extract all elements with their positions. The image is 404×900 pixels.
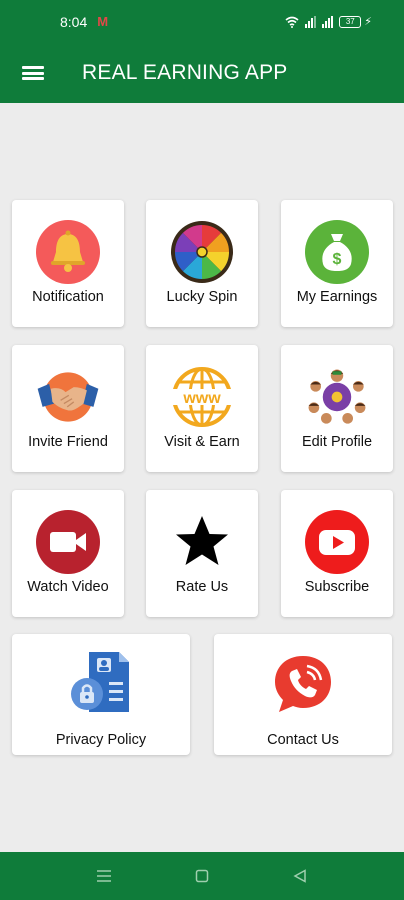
tile-my-earnings[interactable]: $ My Earnings [281,200,393,327]
home-square-icon[interactable] [193,867,211,885]
tile-lucky-spin[interactable]: Lucky Spin [146,200,258,327]
www-text: www [182,390,221,407]
tile-label: Privacy Policy [55,732,147,748]
wifi-icon [285,16,299,28]
menu-icon[interactable] [95,867,113,885]
tile-label: Invite Friend [28,434,108,450]
bell-icon [36,220,100,284]
spin-wheel-icon [170,220,234,284]
phone-call-icon [267,648,339,720]
money-bag-icon: $ [305,220,369,284]
dollar-sign: $ [333,251,342,268]
status-bar: 8:04 M 37 ⚡ [0,0,404,43]
status-time: 8:04 [60,13,88,30]
app-bar: REAL EARNING APP [0,43,404,103]
mail-icon: M [97,14,109,29]
signal-icon [305,15,317,28]
video-camera-icon [36,510,100,574]
tile-watch-video[interactable]: Watch Video [12,490,124,617]
tile-label: Watch Video [27,579,109,595]
handshake-icon [36,365,100,429]
tile-edit-profile[interactable]: Edit Profile [281,345,393,472]
privacy-document-icon [65,648,137,720]
tile-visit-earn[interactable]: www Visit & Earn [146,345,258,472]
youtube-icon [305,510,369,574]
tile-label: My Earnings [296,289,378,305]
tile-rate-us[interactable]: Rate Us [146,490,258,617]
star-icon [170,510,234,574]
tile-label: Subscribe [304,579,370,595]
tile-label: Rate Us [175,579,229,595]
charging-icon: ⚡ [364,16,372,28]
www-globe-icon: www [170,365,234,429]
back-triangle-icon[interactable] [291,867,309,885]
signal-icon-2 [322,15,334,28]
tile-notification[interactable]: Notification [12,200,124,327]
people-network-icon [305,365,369,429]
app-title: REAL EARNING APP [82,61,288,84]
tile-invite-friend[interactable]: Invite Friend [12,345,124,472]
hamburger-icon[interactable] [22,64,44,82]
status-icons: 37 ⚡ [285,15,372,28]
system-nav-bar [0,852,404,900]
tile-label: Edit Profile [301,434,373,450]
tile-label: Contact Us [267,732,339,748]
tile-privacy-policy[interactable]: Privacy Policy [12,634,190,755]
tile-label: Notification [32,289,104,305]
battery-icon: 37 [339,15,362,28]
tile-contact-us[interactable]: Contact Us [214,634,392,755]
tile-label: Lucky Spin [166,289,238,305]
tile-subscribe[interactable]: Subscribe [281,490,393,617]
tile-label: Visit & Earn [164,434,240,450]
